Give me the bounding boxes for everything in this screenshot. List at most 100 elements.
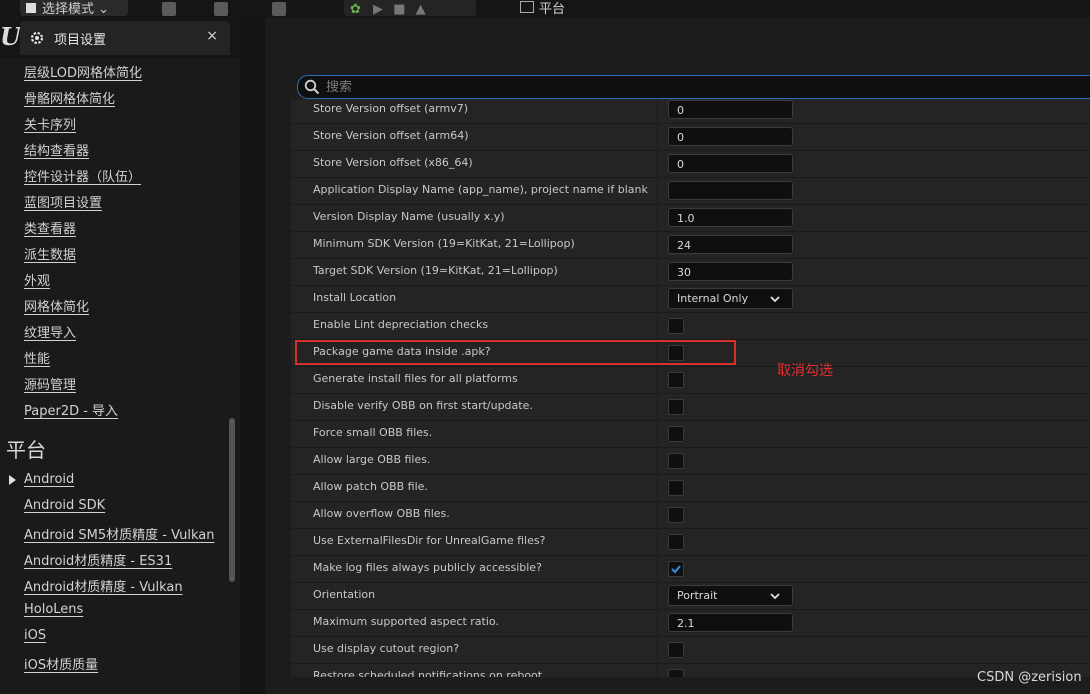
blueprint-icon[interactable] <box>214 2 228 16</box>
close-icon[interactable]: × <box>206 28 218 44</box>
setting-checkbox[interactable] <box>668 669 684 677</box>
setting-label: Generate install files for all platforms <box>313 372 518 385</box>
value-field[interactable]: 1.0 <box>668 208 793 227</box>
sidebar-platform-item[interactable]: iOS <box>24 628 46 643</box>
column-divider <box>657 583 658 610</box>
setting-label: Disable verify OBB on first start/update… <box>313 399 533 412</box>
eject-icon[interactable]: ▲ <box>416 2 426 16</box>
column-divider <box>657 448 658 475</box>
sidebar-item[interactable]: 关卡序列 <box>24 114 76 133</box>
setting-checkbox[interactable] <box>668 561 684 577</box>
column-divider <box>657 124 658 151</box>
value-field[interactable]: 0 <box>668 127 793 146</box>
stop-icon[interactable]: ■ <box>393 2 405 16</box>
sidebar-item[interactable]: 网格体简化 <box>24 296 89 315</box>
value-dropdown[interactable]: Internal Only <box>668 288 793 309</box>
setting-checkbox[interactable] <box>668 372 684 388</box>
setting-label: Use ExternalFilesDir for UnrealGame file… <box>313 534 546 547</box>
sidebar-platform-item[interactable]: iOS材质质量 <box>24 654 98 673</box>
column-divider <box>657 151 658 178</box>
settings-row: Allow patch OBB file. <box>291 475 1090 502</box>
setting-label: Maximum supported aspect ratio. <box>313 615 499 628</box>
sidebar-item[interactable]: 类查看器 <box>24 218 76 237</box>
value-field[interactable]: 30 <box>668 262 793 281</box>
highlight-box <box>295 340 736 365</box>
sidebar-item[interactable]: 控件设计器（队伍） <box>24 166 141 185</box>
sequence-icon[interactable] <box>272 2 286 16</box>
chevron-down-icon: ⌄ <box>94 2 110 16</box>
dropdown-value: Internal Only <box>677 292 749 305</box>
value-dropdown[interactable]: Portrait <box>668 585 793 606</box>
sidebar-platform-item[interactable]: Android材质精度 - Vulkan <box>24 576 183 595</box>
setting-label: Target SDK Version (19=KitKat, 21=Lollip… <box>313 264 558 277</box>
annotation-text: 取消勾选 <box>777 363 833 379</box>
settings-row: Version Display Name (usually x.y) 1.0 <box>291 205 1090 232</box>
sidebar-platform-item[interactable]: Android材质精度 - ES31 <box>24 550 172 569</box>
setting-label: Allow large OBB files. <box>313 453 431 466</box>
setting-label: Allow patch OBB file. <box>313 480 428 493</box>
sidebar-item[interactable]: 源码管理 <box>24 374 76 393</box>
play-icon[interactable]: ✿ <box>350 2 361 16</box>
sidebar-platform-item[interactable]: Android <box>24 472 74 487</box>
column-divider <box>657 475 658 502</box>
sidebar-item[interactable]: 派生数据 <box>24 244 76 263</box>
search-input[interactable] <box>326 76 1066 98</box>
setting-checkbox[interactable] <box>668 318 684 334</box>
chevron-down-icon <box>770 296 780 303</box>
value-field[interactable]: 0 <box>668 100 793 119</box>
setting-label: Enable Lint depreciation checks <box>313 318 489 331</box>
sidebar-platform-item[interactable]: HoloLens <box>24 602 83 617</box>
setting-label: Store Version offset (x86_64) <box>313 156 473 169</box>
column-divider <box>657 259 658 286</box>
sidebar-item[interactable]: 骨骼网格体简化 <box>24 88 115 107</box>
sidebar-item[interactable]: 层级LOD网格体简化 <box>24 62 142 81</box>
setting-checkbox[interactable] <box>668 642 684 658</box>
settings-row: Target SDK Version (19=KitKat, 21=Lollip… <box>291 259 1090 286</box>
platforms-button[interactable]: 平台 <box>514 0 598 16</box>
setting-checkbox[interactable] <box>668 534 684 550</box>
play-controls: ✿ ▶ ■ ▲ <box>344 0 476 16</box>
step-icon[interactable]: ▶ <box>373 2 383 16</box>
select-mode-icon <box>26 3 36 13</box>
settings-row: Allow large OBB files. <box>291 448 1090 475</box>
search-bar[interactable] <box>297 75 1090 99</box>
settings-row: Install Location Internal Only <box>291 286 1090 313</box>
sidebar-item[interactable]: Paper2D - 导入 <box>24 400 118 419</box>
column-divider <box>657 205 658 232</box>
settings-row: Force small OBB files. <box>291 421 1090 448</box>
settings-row: Minimum SDK Version (19=KitKat, 21=Lolli… <box>291 232 1090 259</box>
setting-label: Install Location <box>313 291 397 304</box>
value-field[interactable]: 0 <box>668 154 793 173</box>
select-mode-button[interactable]: 选择模式 ⌄ <box>20 0 128 16</box>
column-divider <box>657 99 658 124</box>
settings-icon <box>30 31 44 45</box>
setting-checkbox[interactable] <box>668 426 684 442</box>
setting-label: Make log files always publicly accessibl… <box>313 561 542 574</box>
expand-arrow-icon[interactable] <box>9 475 16 485</box>
add-actor-icon[interactable] <box>162 2 176 16</box>
sidebar-item[interactable]: 蓝图项目设置 <box>24 192 102 211</box>
setting-checkbox[interactable] <box>668 480 684 496</box>
sidebar-platform-item[interactable]: Android SM5材质精度 - Vulkan <box>24 524 214 543</box>
dropdown-value: Portrait <box>677 589 718 602</box>
settings-table: Store Version offset (armv7) 0 Store Versi… <box>291 99 1090 677</box>
sidebar-item[interactable]: 性能 <box>24 348 50 367</box>
settings-row: Make log files always publicly accessibl… <box>291 556 1090 583</box>
checkmark-icon <box>671 565 681 574</box>
value-field[interactable]: 24 <box>668 235 793 254</box>
monitor-icon <box>520 1 534 13</box>
setting-checkbox[interactable] <box>668 453 684 469</box>
sidebar-platform-item[interactable]: Android SDK <box>24 498 105 513</box>
settings-row: Disable verify OBB on first start/update… <box>291 394 1090 421</box>
setting-checkbox[interactable] <box>668 399 684 415</box>
sidebar-item[interactable]: 纹理导入 <box>24 322 76 341</box>
platforms-label: 平台 <box>539 2 566 16</box>
setting-checkbox[interactable] <box>668 507 684 523</box>
tab-project-settings[interactable]: 项目设置 × <box>20 21 230 55</box>
value-field[interactable]: 2.1 <box>668 613 793 632</box>
value-field[interactable] <box>668 181 793 200</box>
sidebar-item[interactable]: 外观 <box>24 270 50 289</box>
sidebar-scrollbar[interactable] <box>229 418 235 582</box>
sidebar-item[interactable]: 结构查看器 <box>24 140 89 159</box>
settings-row: Restore scheduled notifications on reboo… <box>291 664 1090 677</box>
